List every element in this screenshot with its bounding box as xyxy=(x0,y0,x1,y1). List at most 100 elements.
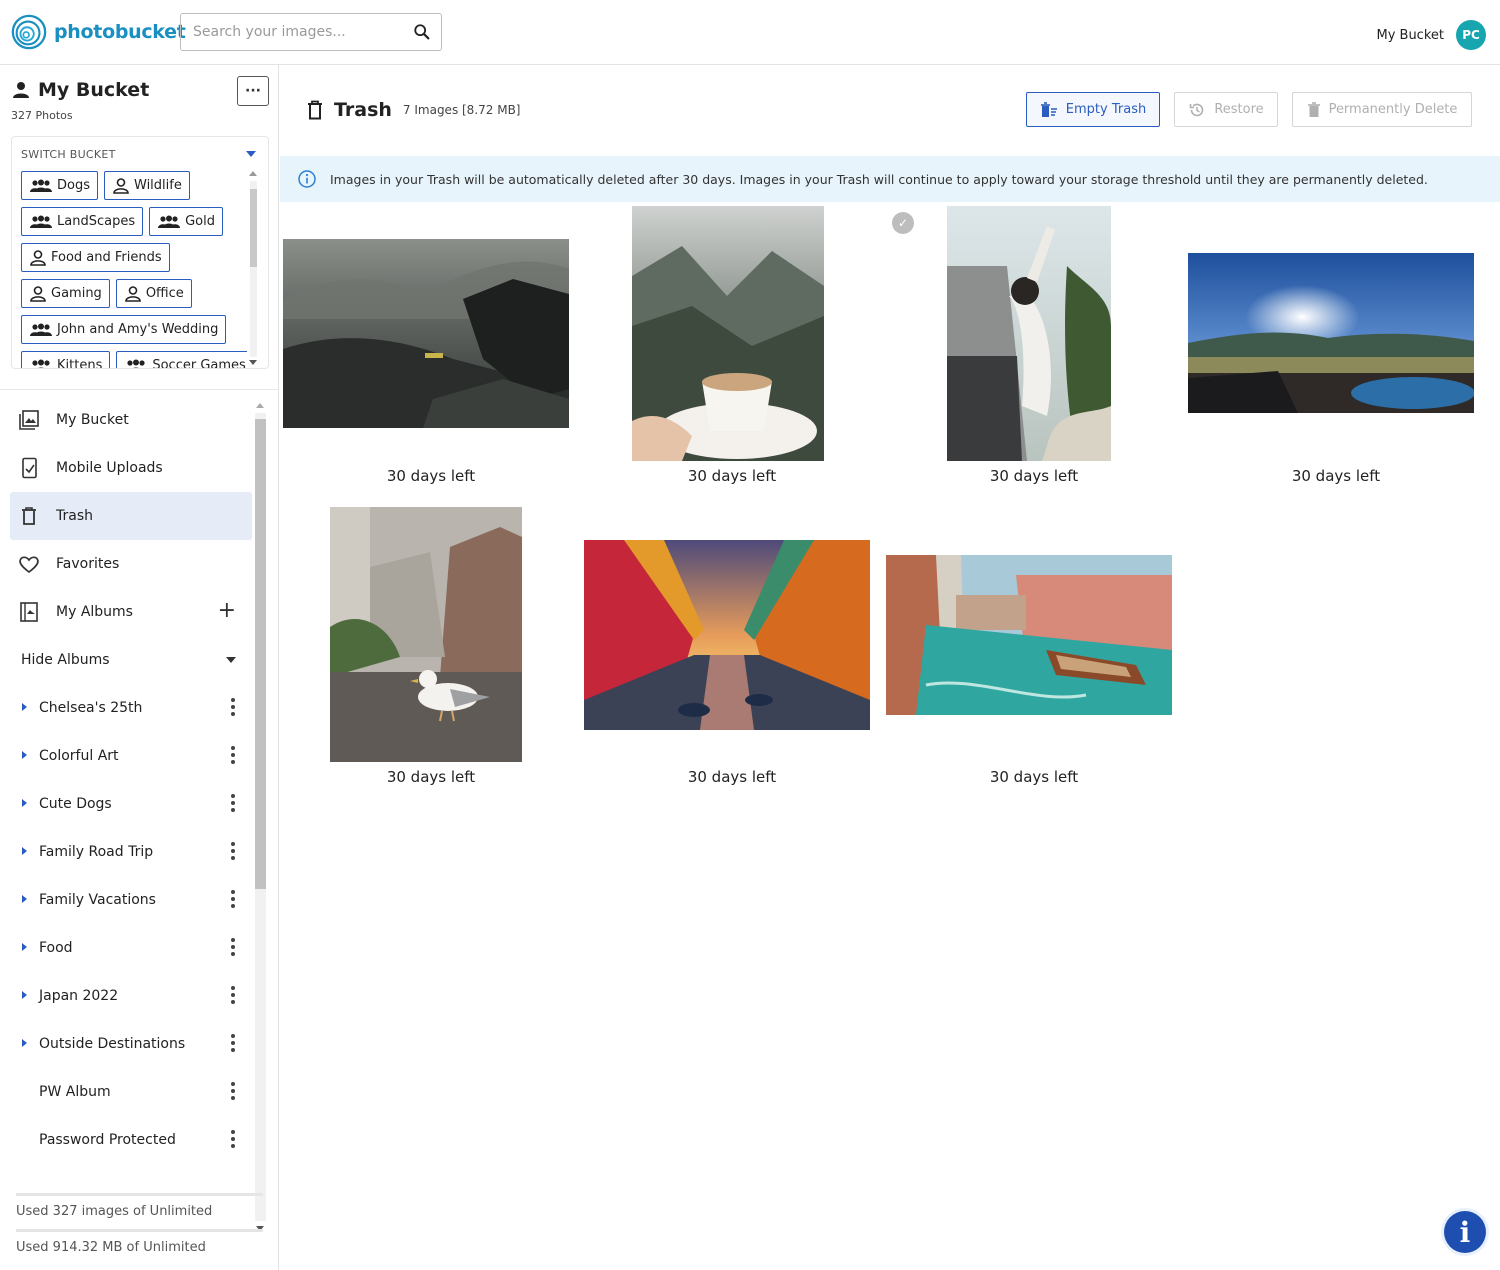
expand-arrow-icon[interactable] xyxy=(22,703,27,711)
album-item[interactable]: Family Road Trip xyxy=(10,828,252,876)
bucket-more-button[interactable]: ··· xyxy=(237,76,269,106)
sidebar-item-my-albums[interactable]: My Albums + xyxy=(10,588,252,636)
album-item[interactable]: PW Album xyxy=(10,1068,252,1116)
sidebar-item-mobile-uploads[interactable]: Mobile Uploads xyxy=(10,444,252,492)
album-menu-icon[interactable] xyxy=(231,1034,235,1052)
album-label: Outside Destinations xyxy=(39,1036,186,1052)
album-menu-icon[interactable] xyxy=(231,698,235,716)
empty-trash-icon xyxy=(1040,101,1057,117)
album-item[interactable]: Japan 2022 xyxy=(10,972,252,1020)
expand-arrow-icon[interactable] xyxy=(22,1039,27,1047)
album-item[interactable]: Cute Dogs xyxy=(10,780,252,828)
bucket-chip-landscapes[interactable]: LandScapes xyxy=(21,207,144,236)
trash-photo-sunny-lake-resort[interactable] xyxy=(1188,253,1474,413)
album-item[interactable]: Colorful Art xyxy=(10,732,252,780)
album-menu-icon[interactable] xyxy=(231,794,235,812)
scroll-down-icon[interactable] xyxy=(249,360,257,365)
trash-photo-seagull-on-street[interactable] xyxy=(330,507,522,762)
scroll-thumb[interactable] xyxy=(255,419,266,889)
bucket-chip-wildlife[interactable]: Wildlife xyxy=(104,171,190,200)
switch-bucket-scrollbar[interactable] xyxy=(248,171,258,368)
album-label: Chelsea's 25th xyxy=(39,700,143,716)
sidebar-scrollbar[interactable] xyxy=(253,401,267,1233)
scroll-up-icon[interactable] xyxy=(256,403,264,408)
bucket-chip-soccer-games[interactable]: Soccer Games xyxy=(116,351,247,368)
sidebar-item-my-bucket[interactable]: My Bucket xyxy=(10,396,252,444)
photo-image xyxy=(1188,253,1474,413)
sidebar-item-trash[interactable]: Trash xyxy=(10,492,252,540)
empty-trash-label: Empty Trash xyxy=(1065,102,1147,117)
album-menu-icon[interactable] xyxy=(231,938,235,956)
expand-arrow-icon[interactable] xyxy=(22,799,27,807)
album-menu-icon[interactable] xyxy=(231,986,235,1004)
person-icon xyxy=(125,285,141,302)
bucket-chip-gold[interactable]: Gold xyxy=(149,207,223,236)
sidebar-item-label: Trash xyxy=(56,508,93,524)
bucket-chip-food-and-friends[interactable]: Food and Friends xyxy=(21,243,170,272)
person-icon xyxy=(30,285,46,302)
photobucket-logo[interactable]: photobucket xyxy=(10,12,186,52)
trash-photo-coffee-cup-mountains[interactable] xyxy=(632,206,824,461)
trash-icon xyxy=(22,507,36,525)
bucket-chip-label: John and Amy's Wedding xyxy=(57,322,219,337)
page-title: Trash xyxy=(334,99,392,121)
album-item[interactable]: Family Vacations xyxy=(10,876,252,924)
trash-photo-misty-rocky-landscape[interactable] xyxy=(283,239,569,428)
bucket-chip-gaming[interactable]: Gaming xyxy=(21,279,110,308)
expand-arrow-icon[interactable] xyxy=(22,895,27,903)
switch-bucket-toggle-icon[interactable] xyxy=(246,151,256,157)
album-item[interactable]: Password Protected xyxy=(10,1116,252,1164)
album-item[interactable]: Food xyxy=(10,924,252,972)
restore-button[interactable]: Restore xyxy=(1174,92,1278,127)
switch-bucket-panel: SWITCH BUCKET Dogs Wildlife LandScapes G… xyxy=(11,136,269,369)
album-menu-icon[interactable] xyxy=(231,842,235,860)
search-input[interactable] xyxy=(193,24,413,40)
current-bucket-name[interactable]: My Bucket xyxy=(1376,28,1444,43)
sidebar-item-label: Mobile Uploads xyxy=(56,460,163,476)
expand-arrow-icon[interactable] xyxy=(22,943,27,951)
bucket-chip-dogs[interactable]: Dogs xyxy=(21,171,98,200)
photo-image xyxy=(330,507,522,762)
expand-arrow-icon[interactable] xyxy=(22,991,27,999)
album-item[interactable]: Outside Destinations xyxy=(10,1020,252,1068)
album-label: Food xyxy=(39,940,73,956)
album-menu-icon[interactable] xyxy=(231,1082,235,1100)
top-bar: photobucket My Bucket PC xyxy=(0,0,1500,65)
bucket-chip-label: Office xyxy=(145,286,184,301)
help-info-button[interactable]: i xyxy=(1444,1211,1486,1253)
scroll-thumb[interactable] xyxy=(250,189,257,267)
bucket-chip-kittens[interactable]: Kittens xyxy=(21,351,111,368)
add-album-icon[interactable]: + xyxy=(218,600,236,622)
account-area[interactable]: My Bucket PC xyxy=(1376,20,1486,50)
trash-photo-venice-canal-boat[interactable] xyxy=(886,555,1172,715)
group-icon xyxy=(127,359,145,368)
select-check-icon[interactable]: ✓ xyxy=(892,212,914,234)
bucket-chip-office[interactable]: Office xyxy=(115,279,192,308)
trash-count: 7 Images [8.72 MB] xyxy=(402,103,521,117)
trash-photo-person-waving-from-car[interactable] xyxy=(947,206,1111,461)
search-icon[interactable] xyxy=(413,23,431,41)
scroll-up-icon[interactable] xyxy=(249,171,257,176)
expand-arrow-icon[interactable] xyxy=(22,751,27,759)
album-menu-icon[interactable] xyxy=(231,746,235,764)
image-usage-bar xyxy=(16,1193,263,1196)
days-left-label: 30 days left xyxy=(386,768,476,786)
album-item[interactable]: Chelsea's 25th xyxy=(10,684,252,732)
permanently-delete-button[interactable]: Permanently Delete xyxy=(1292,92,1472,127)
album-menu-icon[interactable] xyxy=(231,890,235,908)
album-label: Family Road Trip xyxy=(39,844,154,860)
heart-icon xyxy=(19,556,39,574)
search-box xyxy=(180,13,442,51)
hide-albums-toggle[interactable]: Hide Albums xyxy=(10,636,252,684)
bucket-chip-label: Dogs xyxy=(57,178,90,193)
expand-arrow-icon[interactable] xyxy=(22,847,27,855)
album-label: Japan 2022 xyxy=(39,988,119,1004)
bucket-chip-john-and-amys-wedding[interactable]: John and Amy's Wedding xyxy=(21,315,227,344)
album-menu-icon[interactable] xyxy=(231,1130,235,1148)
trash-photo-colorful-canal-sunset[interactable] xyxy=(584,540,870,730)
empty-trash-button[interactable]: Empty Trash xyxy=(1026,92,1160,127)
sidebar-item-favorites[interactable]: Favorites xyxy=(10,540,252,588)
avatar[interactable]: PC xyxy=(1456,20,1486,50)
photo-image xyxy=(283,239,569,428)
mobile-upload-icon xyxy=(22,457,37,479)
